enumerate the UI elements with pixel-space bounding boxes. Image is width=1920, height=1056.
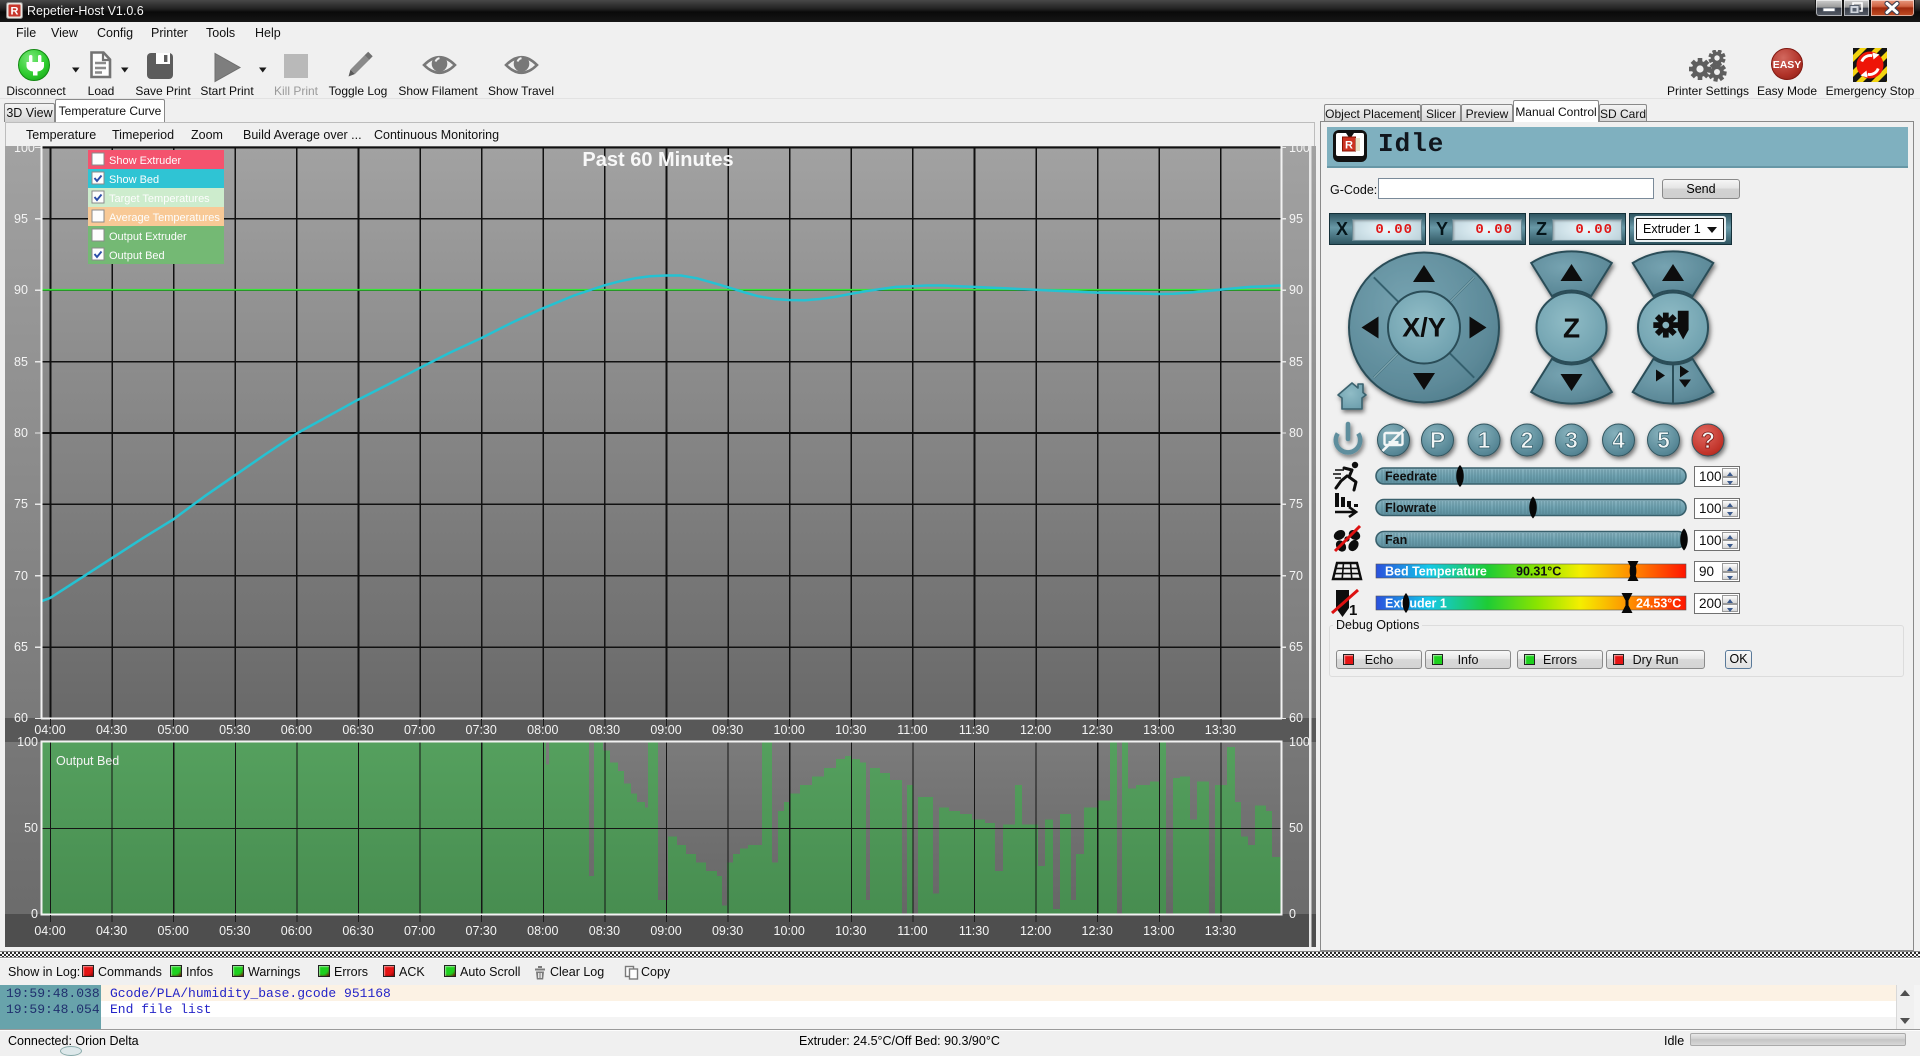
svg-text:Show Bed: Show Bed: [109, 174, 159, 186]
svg-text:11:00: 11:00: [897, 723, 927, 737]
svg-text:Output Bed: Output Bed: [56, 754, 119, 768]
svg-text:P: P: [1430, 427, 1445, 453]
svg-text:11:00: 11:00: [897, 924, 927, 938]
svg-text:0: 0: [31, 907, 38, 921]
svg-text:11:30: 11:30: [959, 924, 989, 938]
svg-text:Output Bed: Output Bed: [109, 250, 165, 262]
svg-text:95: 95: [14, 212, 28, 226]
svg-text:85: 85: [14, 355, 28, 369]
svg-text:Output Extruder: Output Extruder: [109, 231, 187, 243]
svg-text:05:30: 05:30: [219, 924, 250, 938]
svg-text:10:30: 10:30: [835, 924, 866, 938]
svg-text:Show Extruder: Show Extruder: [109, 155, 181, 167]
svg-text:06:30: 06:30: [342, 924, 373, 938]
svg-text:08:00: 08:00: [527, 723, 558, 737]
svg-text:50: 50: [1289, 821, 1303, 835]
svg-text:65: 65: [14, 640, 28, 654]
svg-text:07:30: 07:30: [466, 924, 497, 938]
svg-text:11:30: 11:30: [959, 723, 989, 737]
svg-text:04:30: 04:30: [96, 723, 127, 737]
svg-text:09:30: 09:30: [712, 723, 743, 737]
svg-text:24.53°C: 24.53°C: [1636, 597, 1681, 611]
svg-text:1: 1: [1478, 427, 1491, 453]
svg-text:0: 0: [1289, 907, 1296, 921]
svg-text:06:30: 06:30: [342, 723, 373, 737]
svg-text:09:30: 09:30: [712, 924, 743, 938]
svg-text:13:30: 13:30: [1205, 924, 1236, 938]
svg-text:Feedrate: Feedrate: [1385, 470, 1437, 484]
svg-text:08:30: 08:30: [589, 723, 620, 737]
svg-text:04:00: 04:00: [34, 924, 65, 938]
svg-text:X/Y: X/Y: [1402, 313, 1446, 343]
svg-text:07:00: 07:00: [404, 924, 435, 938]
svg-text:50: 50: [24, 821, 38, 835]
svg-text:Fan: Fan: [1385, 533, 1407, 547]
svg-text:08:00: 08:00: [527, 924, 558, 938]
svg-text:90.31°C: 90.31°C: [1516, 565, 1561, 579]
svg-text:65: 65: [1289, 640, 1303, 654]
svg-text:13:00: 13:00: [1143, 924, 1174, 938]
svg-text:70: 70: [14, 569, 28, 583]
svg-text:75: 75: [1289, 497, 1303, 511]
svg-text:Extruder 1: Extruder 1: [1385, 597, 1447, 611]
svg-text:?: ?: [1701, 427, 1715, 453]
svg-text:Past 60 Minutes: Past 60 Minutes: [582, 149, 733, 171]
svg-text:Bed Temperature: Bed Temperature: [1385, 565, 1487, 579]
svg-text:90: 90: [1289, 283, 1303, 297]
svg-text:1: 1: [1349, 602, 1357, 619]
svg-text:4: 4: [1612, 427, 1625, 453]
svg-text:09:00: 09:00: [650, 924, 681, 938]
svg-text:85: 85: [1289, 355, 1303, 369]
svg-text:05:00: 05:00: [158, 723, 189, 737]
svg-text:05:30: 05:30: [219, 723, 250, 737]
svg-text:12:30: 12:30: [1082, 924, 1113, 938]
svg-text:70: 70: [1289, 569, 1303, 583]
svg-text:13:00: 13:00: [1143, 723, 1174, 737]
svg-text:5: 5: [1657, 427, 1670, 453]
svg-text:75: 75: [14, 497, 28, 511]
svg-text:04:00: 04:00: [34, 723, 65, 737]
svg-text:100: 100: [1289, 146, 1310, 155]
svg-text:2: 2: [1521, 427, 1534, 453]
svg-text:60: 60: [1289, 711, 1303, 725]
svg-text:12:00: 12:00: [1020, 924, 1051, 938]
svg-text:04:30: 04:30: [96, 924, 127, 938]
svg-text:Flowrate: Flowrate: [1385, 501, 1436, 515]
svg-text:13:30: 13:30: [1205, 723, 1236, 737]
svg-text:100: 100: [1289, 735, 1310, 749]
svg-text:R: R: [11, 6, 19, 18]
svg-text:3: 3: [1565, 427, 1578, 453]
svg-text:100: 100: [17, 735, 38, 749]
svg-text:Average Temperatures: Average Temperatures: [109, 212, 220, 224]
svg-text:06:00: 06:00: [281, 723, 312, 737]
svg-text:Target Temperatures: Target Temperatures: [109, 193, 210, 205]
svg-text:07:30: 07:30: [466, 723, 497, 737]
svg-text:90: 90: [14, 283, 28, 297]
svg-text:08:30: 08:30: [589, 924, 620, 938]
svg-text:10:00: 10:00: [774, 723, 805, 737]
svg-text:09:00: 09:00: [650, 723, 681, 737]
svg-text:80: 80: [1289, 426, 1303, 440]
svg-text:05:00: 05:00: [158, 924, 189, 938]
svg-text:10:30: 10:30: [835, 723, 866, 737]
svg-text:07:00: 07:00: [404, 723, 435, 737]
svg-text:80: 80: [14, 426, 28, 440]
svg-text:95: 95: [1289, 212, 1303, 226]
svg-text:EASY: EASY: [1773, 59, 1802, 71]
svg-text:12:30: 12:30: [1082, 723, 1113, 737]
svg-text:60: 60: [14, 711, 28, 725]
svg-text:10:00: 10:00: [774, 924, 805, 938]
svg-text:Z: Z: [1563, 313, 1580, 344]
svg-text:12:00: 12:00: [1020, 723, 1051, 737]
svg-text:06:00: 06:00: [281, 924, 312, 938]
svg-text:100: 100: [14, 146, 35, 155]
